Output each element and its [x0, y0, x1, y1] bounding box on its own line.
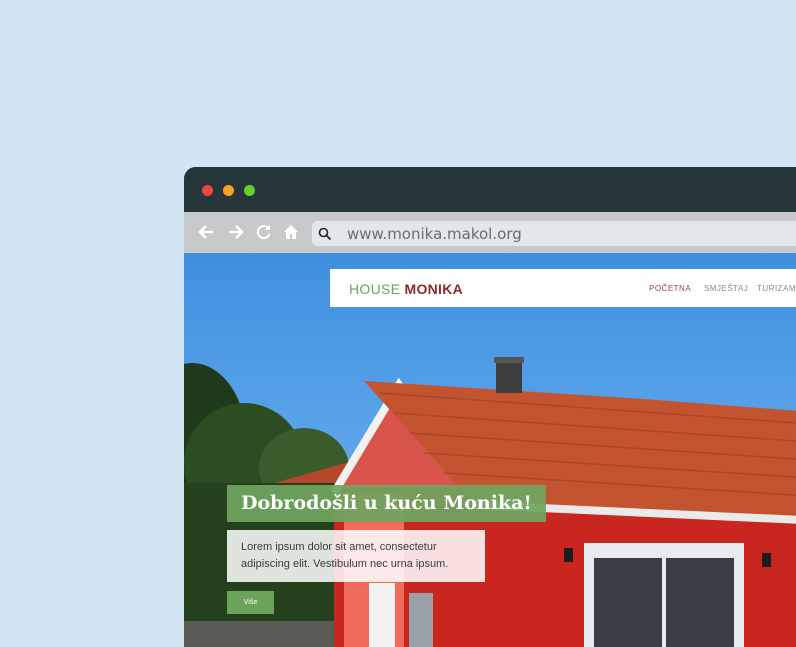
nav-link-turizam[interactable]: TURIZAM [757, 284, 796, 293]
maximize-window-button[interactable] [244, 185, 255, 196]
nav-link-smjestaj[interactable]: SMJEŠTAJ [704, 284, 748, 293]
house-photo [184, 357, 796, 647]
site-logo[interactable]: HOUSE MONIKA [349, 281, 463, 297]
address-bar[interactable]: www.monika.makol.org [312, 221, 796, 246]
minimize-window-button[interactable] [223, 185, 234, 196]
browser-toolbar: www.monika.makol.org [184, 212, 796, 253]
back-button[interactable] [196, 222, 216, 242]
logo-word-house: HOUSE [349, 281, 401, 297]
page-viewport: HOUSE MONIKA POČETNA SMJEŠTAJ TURIZAM Do… [184, 253, 796, 647]
more-button[interactable]: Više [227, 591, 274, 614]
browser-window: www.monika.makol.org HOUSE MONIKA POČETN… [184, 167, 796, 647]
home-button[interactable] [281, 222, 301, 242]
hero-title: Dobrodošli u kuću Monika! [227, 485, 546, 522]
nav-link-pocetna[interactable]: POČETNA [649, 284, 691, 293]
hero-description: Lorem ipsum dolor sit amet, consectetur … [227, 530, 485, 582]
title-bar [184, 167, 796, 212]
logo-word-monika: MONIKA [404, 281, 464, 297]
reload-icon [256, 225, 271, 240]
reload-button[interactable] [254, 222, 274, 242]
forward-button[interactable] [226, 222, 246, 242]
url-text: www.monika.makol.org [347, 225, 522, 243]
arrow-right-icon [229, 225, 244, 239]
search-icon [318, 227, 332, 241]
site-navbar: HOUSE MONIKA POČETNA SMJEŠTAJ TURIZAM [330, 269, 796, 307]
close-window-button[interactable] [202, 185, 213, 196]
home-icon [284, 225, 298, 239]
arrow-left-icon [198, 225, 213, 239]
hero-background-image [184, 253, 796, 647]
